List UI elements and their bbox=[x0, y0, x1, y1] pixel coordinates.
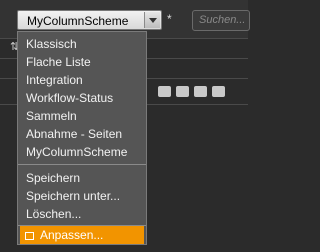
print-icon[interactable] bbox=[194, 86, 207, 97]
menu-item-speichern[interactable]: Speichern bbox=[18, 169, 146, 187]
column-scheme-value: MyColumnScheme bbox=[27, 14, 129, 28]
menu-item-anpassen-label: Anpassen... bbox=[40, 228, 104, 242]
menu-item-mycolumnscheme[interactable]: MyColumnScheme bbox=[18, 143, 146, 161]
customize-icon bbox=[25, 232, 34, 240]
menu-separator bbox=[18, 164, 146, 165]
chevron-down-icon[interactable] bbox=[144, 12, 160, 28]
column-scheme-select[interactable]: MyColumnScheme bbox=[17, 10, 162, 30]
menu-item-anpassen[interactable]: Anpassen... bbox=[20, 226, 144, 244]
menu-item-sammeln[interactable]: Sammeln bbox=[18, 107, 146, 125]
menu-item-flache-liste[interactable]: Flache Liste bbox=[18, 53, 146, 71]
search-input[interactable]: Suchen... bbox=[192, 10, 250, 31]
menu-item-loeschen[interactable]: Löschen... bbox=[18, 205, 146, 223]
toolbar-icons bbox=[158, 86, 225, 97]
modified-marker: * bbox=[167, 12, 172, 26]
menu-item-integration[interactable]: Integration bbox=[18, 71, 146, 89]
copy-icon[interactable] bbox=[176, 86, 189, 97]
column-scheme-menu: Klassisch Flache Liste Integration Workf… bbox=[17, 31, 147, 245]
menu-item-abnahme-seiten[interactable]: Abnahme - Seiten bbox=[18, 125, 146, 143]
view-icon[interactable] bbox=[158, 86, 171, 97]
menu-item-speichern-unter[interactable]: Speichern unter... bbox=[18, 187, 146, 205]
menu-item-workflow-status[interactable]: Workflow-Status bbox=[18, 89, 146, 107]
menu-item-klassisch[interactable]: Klassisch bbox=[18, 35, 146, 53]
edit-icon[interactable] bbox=[212, 86, 225, 97]
